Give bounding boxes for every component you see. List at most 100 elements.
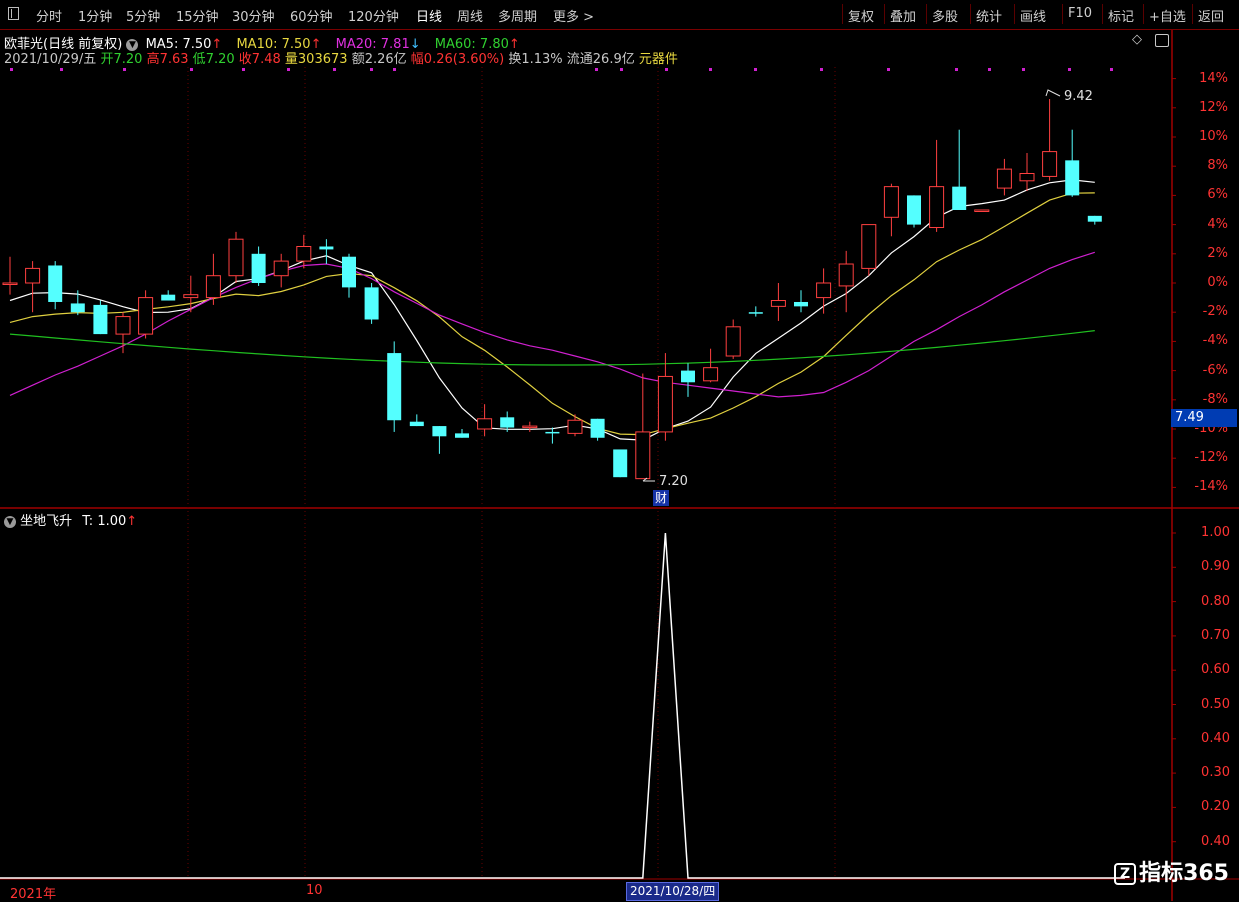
candle-body-up: [770, 300, 786, 307]
signal-dot: [955, 68, 958, 71]
signal-dot: [1022, 68, 1025, 71]
price-axis-label: 12%: [1199, 99, 1228, 115]
indicator-value: T: 1.00: [82, 514, 127, 529]
indicator-title-row: ▼ 坐地飞升 T: 1.00↑: [4, 510, 137, 529]
candle-body-down: [251, 253, 266, 283]
candle-body-down: [748, 312, 763, 314]
candle-body-up: [205, 275, 221, 299]
candle-body-up: [816, 282, 832, 299]
candle-body-down: [500, 417, 515, 428]
candle-body-down: [364, 287, 379, 320]
signal-dot: [1110, 68, 1113, 71]
candle-body-up: [725, 326, 741, 357]
candle-body-up: [929, 186, 945, 229]
x-axis-year: 2021年: [10, 887, 57, 902]
candle-body-down: [794, 301, 808, 307]
signal-dot: [10, 68, 13, 71]
indicator-axis-label: 0.40: [1201, 730, 1230, 746]
chart-canvas[interactable]: [0, 0, 1239, 901]
candle-body-up: [635, 431, 651, 480]
signal-dot: [754, 68, 757, 71]
candle-body-up: [115, 316, 131, 335]
indicator-axis-label: 0.90: [1201, 559, 1230, 575]
signal-dot: [1068, 68, 1071, 71]
candle-body-up: [1042, 151, 1058, 177]
price-axis-label: -4%: [1202, 333, 1228, 349]
candle-body-down: [907, 195, 921, 225]
indicator-axis-label: 0.40: [1201, 833, 1230, 849]
candle-body-up: [1019, 173, 1035, 182]
price-axis-label: -2%: [1202, 304, 1228, 320]
indicator-axis-label: 0.70: [1201, 627, 1230, 643]
signal-dot: [287, 68, 290, 71]
indicator-name: 坐地飞升: [20, 514, 73, 529]
signal-dot: [665, 68, 668, 71]
price-axis-label: -8%: [1202, 391, 1228, 407]
up-arrow-icon: ↑: [126, 514, 138, 529]
cursor-date-tag: 2021/10/28/四: [626, 882, 720, 901]
price-axis-label: -6%: [1202, 362, 1228, 378]
candle-body-down: [70, 303, 85, 313]
signal-dot: [60, 68, 63, 71]
candle-body-down: [590, 418, 605, 438]
price-axis-label: 14%: [1199, 70, 1228, 86]
low-mark-label: 7.20: [659, 474, 688, 489]
indicator-axis-label: 1.00: [1201, 525, 1230, 540]
candle-body-down: [545, 431, 560, 434]
candle-body-down: [93, 304, 108, 335]
indicator-axis-label: 0.80: [1201, 593, 1230, 609]
indicator-axis-label: 0.50: [1201, 696, 1230, 712]
price-axis-label: -14%: [1194, 479, 1228, 495]
price-axis-label: 4%: [1207, 216, 1228, 232]
signal-dot: [595, 68, 598, 71]
candle-body-down: [681, 370, 695, 383]
current-price-tag: 7.49: [1171, 409, 1237, 427]
candle-body-up: [703, 367, 719, 382]
candle-body-up: [861, 224, 877, 269]
signal-dot: [242, 68, 245, 71]
candle-body-up: [296, 246, 312, 262]
candle-body-down: [161, 294, 176, 301]
high-mark-pointer: [1045, 89, 1061, 97]
candle-body-up: [657, 375, 673, 433]
logo-icon: Z: [1114, 863, 1137, 885]
chevron-down-icon[interactable]: ▼: [4, 515, 16, 528]
candle-body-up: [228, 238, 244, 277]
price-axis-label: 6%: [1207, 187, 1228, 203]
indicator-line: [0, 532, 1125, 879]
candle-body-up: [183, 294, 199, 299]
candle-body-down: [432, 426, 447, 437]
indicator-axis-label: 0.20: [1201, 799, 1230, 815]
signal-dot: [123, 68, 126, 71]
signal-dot: [333, 68, 336, 71]
candle-body-up: [838, 263, 854, 287]
signal-dot: [820, 68, 823, 71]
price-axis-label: 10%: [1199, 129, 1228, 144]
candle-body-up: [522, 425, 538, 429]
signal-dot: [190, 68, 193, 71]
watermark: Z 指标365: [1114, 855, 1229, 887]
x-axis-month: 10: [306, 883, 323, 898]
finance-marker[interactable]: 财: [653, 490, 670, 506]
candle-body-up: [567, 419, 583, 434]
ma-line-ma20: [9, 251, 1095, 398]
watermark-text: 指标365: [1139, 861, 1229, 886]
signal-dot: [393, 68, 396, 71]
price-axis-label: 2%: [1207, 245, 1228, 261]
price-axis-label: 8%: [1207, 158, 1228, 174]
candle-body-up: [25, 267, 41, 284]
candle-body-up: [996, 168, 1012, 189]
candle-body-up: [273, 260, 289, 277]
signal-dot: [709, 68, 712, 71]
candle-body-down: [1087, 215, 1102, 222]
ma-line-ma60: [9, 330, 1095, 366]
candle-body-down: [455, 433, 469, 438]
candle-body-down: [952, 186, 967, 210]
price-axis-label: 0%: [1207, 275, 1228, 290]
candle-body-up: [2, 282, 18, 285]
candle-body-down: [342, 256, 356, 288]
candle-body-down: [387, 353, 402, 421]
signal-dot: [370, 68, 373, 71]
signal-dot: [620, 68, 623, 71]
ma-line-ma10: [9, 192, 1095, 436]
